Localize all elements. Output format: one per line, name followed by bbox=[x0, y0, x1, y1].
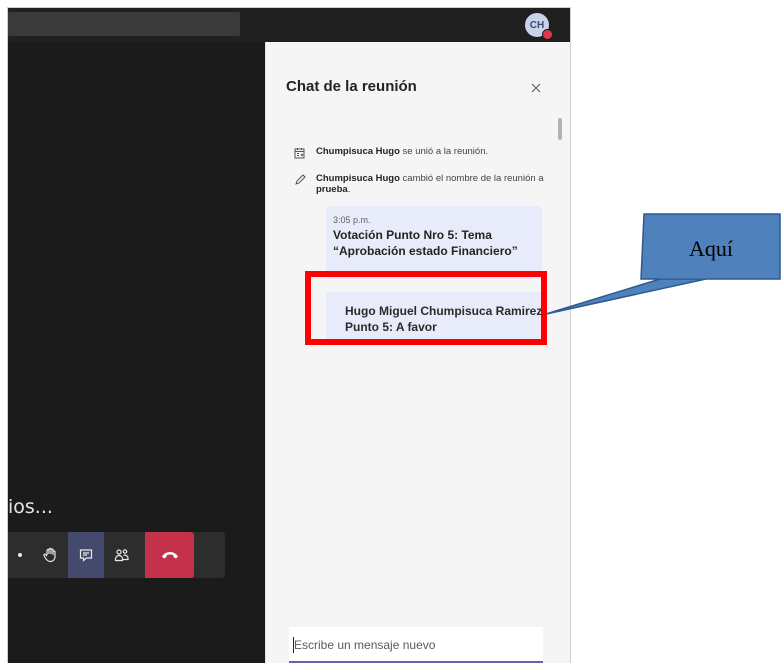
callout-label: Aquí bbox=[689, 236, 733, 261]
event-text: se unió a la reunión. bbox=[399, 146, 489, 157]
event-text: cambió el nombre de la reunión a bbox=[399, 173, 544, 184]
meeting-name: prueba bbox=[316, 184, 348, 195]
meeting-control-bar bbox=[8, 532, 225, 578]
chat-event-renamed: Chumpisuca Hugo cambió el nombre de la r… bbox=[294, 173, 548, 195]
event-user-name: Chumpisuca Hugo bbox=[316, 173, 400, 184]
meeting-stage: ios... bbox=[8, 42, 265, 663]
highlight-box bbox=[305, 271, 547, 345]
participants-button[interactable] bbox=[104, 532, 140, 578]
chat-message[interactable]: 3:05 p.m. Votación Punto Nro 5: Tema “Ap… bbox=[326, 206, 542, 279]
message-compose-box[interactable] bbox=[289, 627, 550, 663]
status-badge bbox=[542, 29, 553, 40]
calendar-icon bbox=[294, 148, 305, 159]
event-text-suffix: . bbox=[347, 184, 351, 195]
panel-title: Chat de la reunión bbox=[286, 78, 417, 95]
message-input[interactable] bbox=[289, 627, 550, 663]
chat-panel: Chat de la reunión Chumpisuca Hugo se un… bbox=[265, 42, 570, 663]
pencil-icon bbox=[295, 174, 306, 185]
text-caret bbox=[293, 637, 294, 653]
hang-up-icon bbox=[161, 552, 178, 559]
raise-hand-button[interactable] bbox=[32, 532, 68, 578]
event-user-name: Chumpisuca Hugo bbox=[316, 146, 400, 157]
more-options-button[interactable] bbox=[8, 532, 32, 578]
chat-event-joined: Chumpisuca Hugo se unió a la reunión. bbox=[294, 146, 548, 164]
chat-button[interactable] bbox=[68, 532, 104, 578]
leave-button[interactable] bbox=[145, 532, 194, 578]
dots-icon bbox=[18, 553, 22, 557]
top-bar: CH bbox=[8, 8, 570, 42]
message-text: Votación Punto Nro 5: Tema “Aprobación e… bbox=[333, 228, 518, 258]
close-icon[interactable] bbox=[530, 82, 542, 94]
scrollbar[interactable] bbox=[558, 118, 562, 140]
chat-icon bbox=[79, 549, 93, 562]
search-bar[interactable] bbox=[8, 12, 240, 36]
people-icon bbox=[114, 549, 129, 562]
message-timestamp: 3:05 p.m. bbox=[333, 215, 371, 225]
meeting-caption: ios... bbox=[8, 496, 53, 518]
hand-icon bbox=[43, 547, 56, 563]
